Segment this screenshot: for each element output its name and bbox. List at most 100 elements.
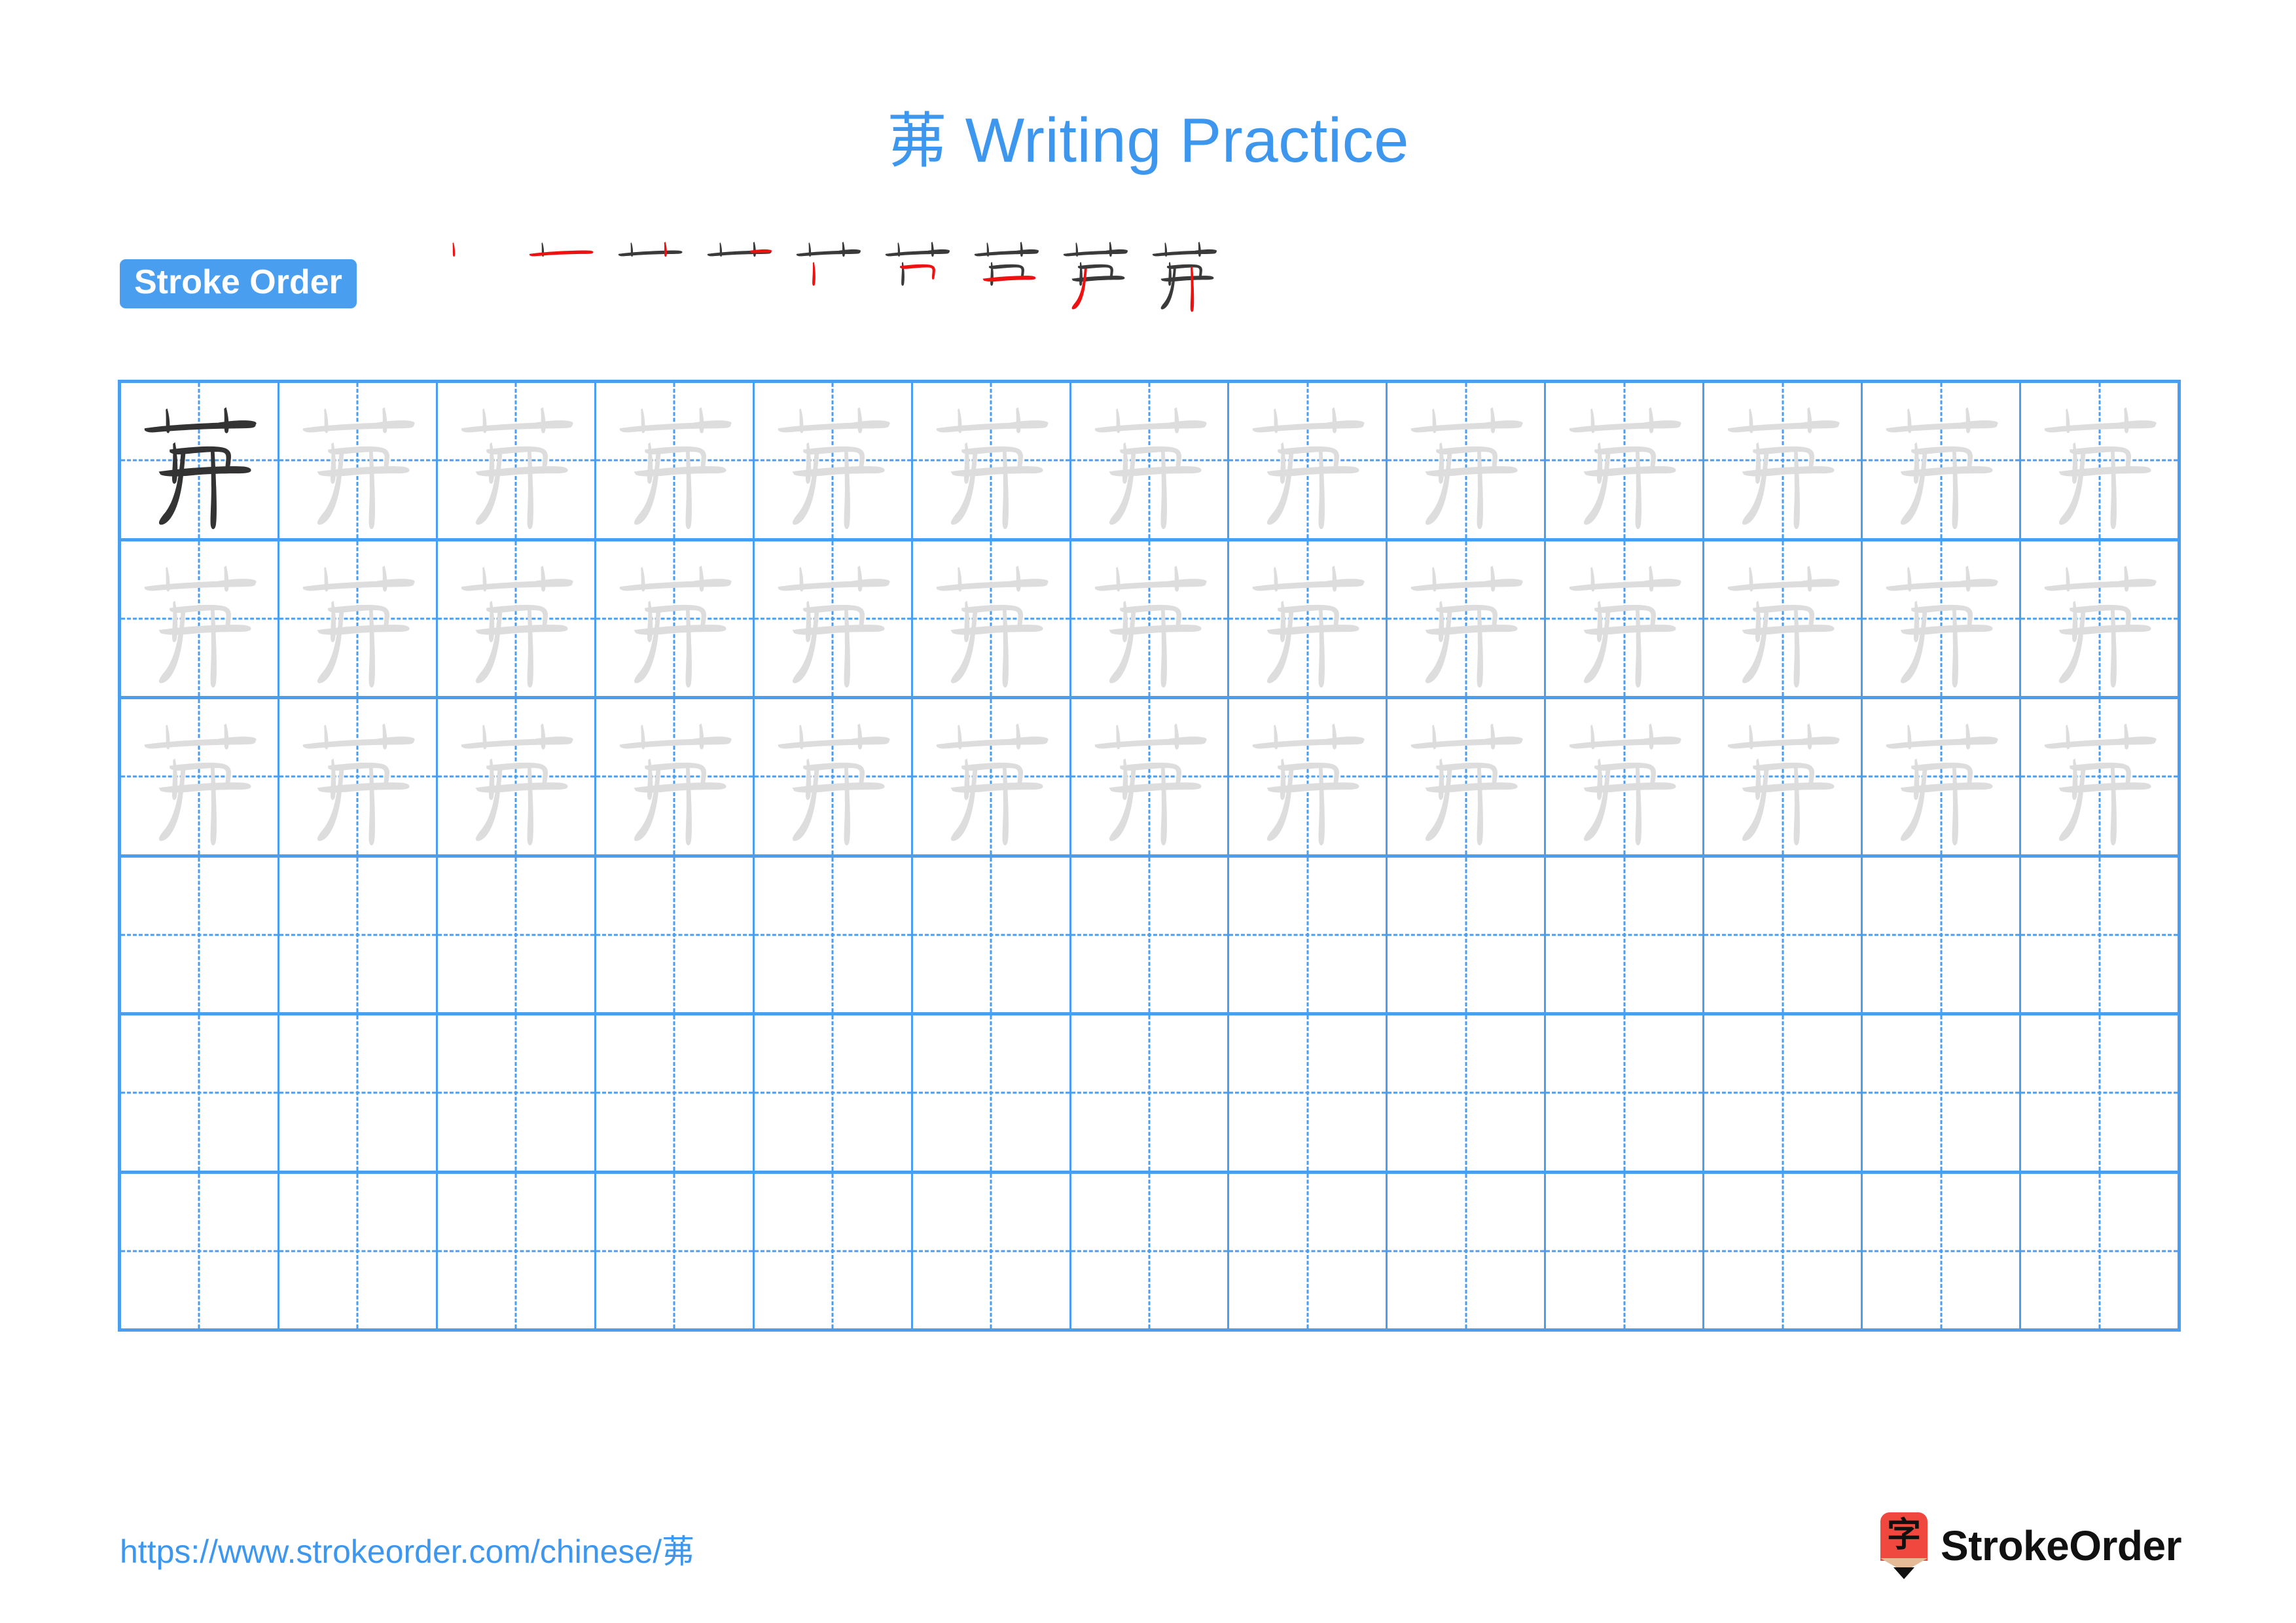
practice-cell-empty[interactable] <box>1388 1173 1547 1328</box>
practice-cell-empty[interactable] <box>1229 857 1388 1012</box>
practice-cell-empty[interactable] <box>1546 1015 1705 1171</box>
practice-cell-empty[interactable] <box>596 1015 755 1171</box>
practice-cell-trace[interactable] <box>1863 383 2022 538</box>
practice-cell-trace[interactable] <box>1704 699 1863 854</box>
practice-cell-trace[interactable] <box>1071 383 1230 538</box>
footer-url[interactable]: https://www.strokeorder.com/chinese/茀 <box>120 1525 694 1573</box>
practice-cell-trace[interactable] <box>755 383 913 538</box>
practice-cell-empty[interactable] <box>755 857 913 1012</box>
practice-cell-trace[interactable] <box>121 699 279 854</box>
practice-cell-trace[interactable] <box>1388 383 1547 538</box>
practice-cell-trace[interactable] <box>1863 699 2022 854</box>
practice-cell-empty[interactable] <box>438 1173 596 1328</box>
practice-grid-row <box>121 1173 2181 1332</box>
practice-cell-empty[interactable] <box>596 857 755 1012</box>
model-character <box>121 383 278 538</box>
trace-character <box>1546 541 1702 697</box>
practice-cell-trace[interactable] <box>1546 699 1705 854</box>
practice-cell-empty[interactable] <box>1863 1015 2022 1171</box>
practice-cell-empty[interactable] <box>1704 1173 1863 1328</box>
practice-cell-empty[interactable] <box>913 1173 1071 1328</box>
practice-cell-empty[interactable] <box>279 857 438 1012</box>
practice-cell-trace[interactable] <box>2021 699 2181 854</box>
practice-cell-trace[interactable] <box>2021 541 2181 696</box>
page-title: 茀 Writing Practice <box>0 105 2296 177</box>
stroke-order-glyph <box>1152 242 1217 312</box>
practice-cell-trace[interactable] <box>913 541 1071 696</box>
practice-cell-empty[interactable] <box>913 857 1071 1012</box>
practice-cell-trace[interactable] <box>1546 383 1705 538</box>
practice-cell-trace[interactable] <box>438 699 596 854</box>
practice-cell-empty[interactable] <box>1704 857 1863 1012</box>
practice-cell-empty[interactable] <box>913 1015 1071 1171</box>
practice-cell-trace[interactable] <box>279 699 438 854</box>
practice-cell-empty[interactable] <box>2021 1015 2181 1171</box>
practice-cell-empty[interactable] <box>279 1173 438 1328</box>
practice-cell-empty[interactable] <box>1071 857 1230 1012</box>
practice-cell-empty[interactable] <box>438 857 596 1012</box>
practice-cell-trace[interactable] <box>279 383 438 538</box>
practice-cell-trace[interactable] <box>2021 383 2181 538</box>
practice-cell-trace[interactable] <box>1071 541 1230 696</box>
practice-cell-empty[interactable] <box>1388 1015 1547 1171</box>
practice-cell-empty[interactable] <box>1071 1173 1230 1328</box>
trace-character <box>279 541 436 697</box>
practice-cell-trace[interactable] <box>438 541 596 696</box>
pencil-icon: 字 <box>1880 1512 1928 1579</box>
practice-cell-empty[interactable] <box>1546 857 1705 1012</box>
trace-character <box>1388 541 1544 697</box>
stroke-order-step-1 <box>427 220 516 325</box>
practice-cell-trace[interactable] <box>596 699 755 854</box>
practice-cell-trace[interactable] <box>596 383 755 538</box>
practice-cell-empty[interactable] <box>279 1015 438 1171</box>
practice-cell-trace[interactable] <box>1388 699 1547 854</box>
practice-grid-row <box>121 383 2181 541</box>
practice-cell-empty[interactable] <box>1071 1015 1230 1171</box>
practice-cell-empty[interactable] <box>121 1173 279 1328</box>
practice-cell-model[interactable] <box>121 383 279 538</box>
practice-cell-empty[interactable] <box>2021 857 2181 1012</box>
practice-cell-trace[interactable] <box>1546 541 1705 697</box>
practice-cell-trace[interactable] <box>1863 541 2022 696</box>
practice-cell-empty[interactable] <box>1229 1173 1388 1328</box>
practice-cell-trace[interactable] <box>755 541 913 696</box>
practice-cell-trace[interactable] <box>121 541 279 697</box>
practice-cell-trace[interactable] <box>596 541 755 696</box>
trace-character <box>1546 383 1702 538</box>
practice-cell-empty[interactable] <box>1388 857 1547 1012</box>
practice-cell-trace[interactable] <box>913 699 1071 854</box>
practice-cell-empty[interactable] <box>121 857 279 1012</box>
trace-character <box>913 383 1069 538</box>
practice-cell-empty[interactable] <box>121 1015 279 1171</box>
practice-cell-trace[interactable] <box>1388 541 1547 697</box>
stroke-order-step-4 <box>694 220 783 325</box>
stroke-order-step-7 <box>961 220 1050 325</box>
practice-cell-empty[interactable] <box>596 1173 755 1328</box>
practice-cell-empty[interactable] <box>1704 1015 1863 1171</box>
practice-grid-row <box>121 857 2181 1015</box>
practice-cell-empty[interactable] <box>1546 1173 1705 1328</box>
trace-character <box>121 541 278 697</box>
practice-cell-trace[interactable] <box>438 383 596 538</box>
practice-cell-trace[interactable] <box>1704 383 1863 538</box>
practice-cell-empty[interactable] <box>2021 1173 2181 1328</box>
practice-cell-trace[interactable] <box>1229 383 1388 538</box>
stroke-order-strip <box>427 220 1229 325</box>
stroke-order-step-3 <box>605 220 694 325</box>
practice-cell-trace[interactable] <box>755 699 913 854</box>
practice-cell-empty[interactable] <box>755 1015 913 1171</box>
practice-cell-trace[interactable] <box>279 541 438 697</box>
practice-cell-empty[interactable] <box>438 1015 596 1171</box>
practice-cell-empty[interactable] <box>755 1173 913 1328</box>
practice-cell-empty[interactable] <box>1863 857 2022 1012</box>
practice-cell-trace[interactable] <box>1229 699 1388 854</box>
brand-logo[interactable]: 字 StrokeOrder <box>1880 1512 2181 1579</box>
practice-cell-trace[interactable] <box>1071 699 1230 854</box>
practice-cell-trace[interactable] <box>913 383 1071 538</box>
practice-cell-trace[interactable] <box>1704 541 1863 696</box>
footer-url-text: https://www.strokeorder.com/chinese/茀 <box>120 1533 695 1570</box>
stroke-order-glyph <box>452 242 456 257</box>
practice-cell-trace[interactable] <box>1229 541 1388 696</box>
practice-cell-empty[interactable] <box>1229 1015 1388 1171</box>
practice-cell-empty[interactable] <box>1863 1173 2022 1328</box>
